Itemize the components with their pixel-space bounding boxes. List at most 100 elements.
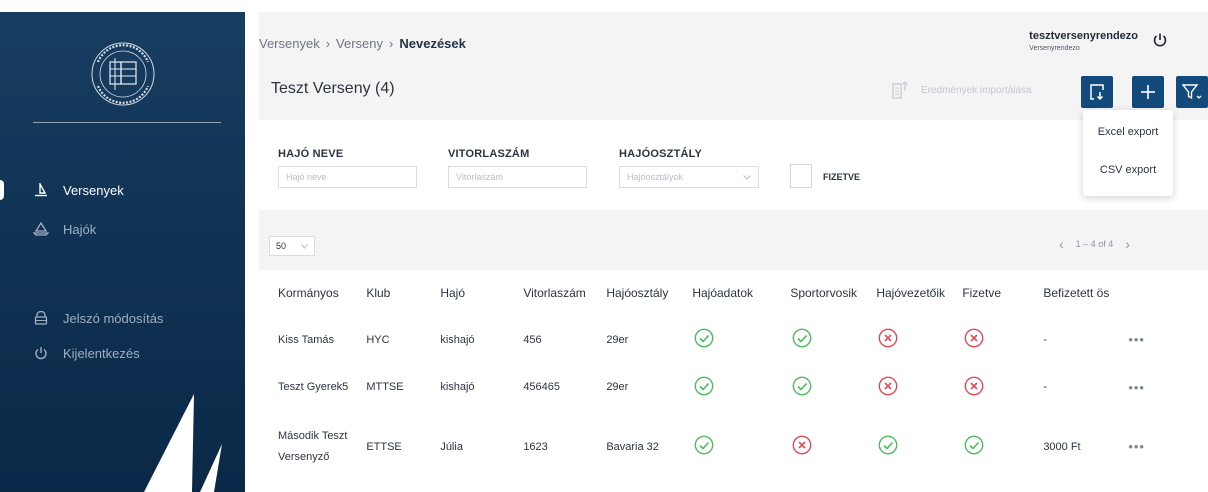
sidebar-item-kijelentkezes[interactable]: Kijelentkezés [33,345,140,361]
add-button[interactable] [1132,76,1164,108]
cell-ship: Júlia [440,440,463,453]
csv-export-item[interactable]: CSV export [1083,164,1173,176]
chevron-down-icon [301,243,308,249]
ship-name-input[interactable]: Hajó neve [278,166,417,188]
row-actions: ••• [1126,363,1186,411]
column-header[interactable]: Fizetve [950,270,1036,316]
x-circle-icon [792,435,812,455]
sidebar-item-jelszo[interactable]: Jelszó módosítás [33,310,163,326]
column-header[interactable]: Hajó [434,270,520,316]
cell-sail-number: 456 [523,333,542,346]
cell-helmsman: Kiss Tamás [278,333,335,346]
more-options-icon[interactable]: ••• [1128,332,1145,347]
import-results-button[interactable]: Eredmények importálása [891,80,1032,100]
page-size-value: 50 [276,241,287,251]
excel-export-item[interactable]: Excel export [1083,126,1173,138]
x-circle-icon [964,376,984,395]
entries-table-grid: Kormányos Klub Hajó Vitorlaszám Hajóoszt… [259,270,1186,482]
check-circle-icon [964,435,984,455]
boat-icon [33,221,49,237]
table-row[interactable]: Kiss Tamás HYC kishajó 456 29er - ••• [259,316,1186,363]
column-header[interactable]: Hajóadatok [692,270,778,316]
breadcrumb: Versenyek › Verseny › Nevezések [259,36,466,51]
page-size-select[interactable]: 50 [269,236,315,256]
column-header[interactable]: Vitorlaszám [520,270,606,316]
breadcrumb-item-versenyek[interactable]: Versenyek [259,36,320,51]
cell-club: HYC [366,333,390,346]
filter-panel: HAJÓ NEVE Hajó neve VITORLASZÁM Vitorlas… [259,120,1208,210]
paid-checkbox[interactable] [790,164,812,188]
entries-table: Kormányos Klub Hajó Vitorlaszám Hajóoszt… [259,270,1208,492]
cell-ship-data [692,316,778,363]
x-circle-icon [964,328,984,348]
row-actions: ••• [1126,316,1186,363]
cell-amount: - [1043,333,1047,346]
check-circle-icon [878,435,898,455]
row-actions: ••• [1126,411,1186,482]
paid-checkbox-label: FIZETVE [823,172,861,182]
column-header[interactable]: Kormányos [259,270,348,316]
sidebar: Versenyek Hajók Jelszó módosítás Kijelen… [0,12,245,492]
cell-paid [950,363,1036,411]
power-icon [33,345,49,361]
plus-icon [1141,85,1155,99]
filter-label-ship-class: HAJÓOSZTÁLY [619,148,703,160]
import-results-label: Eredmények importálása [921,84,1032,96]
user-info: tesztversenyrendezo Versenyrendezo [1029,30,1138,52]
pager-nav: ‹ 1 – 4 of 4 › [1059,236,1130,252]
cell-ship-class: Bavaria 32 [606,440,659,453]
cell-medical [778,363,864,411]
cell-club: ETTSE [366,440,402,453]
sidebar-item-hajok[interactable]: Hajók [33,221,96,237]
sidebar-item-versenyek[interactable]: Versenyek [33,182,124,198]
chevron-left-icon[interactable]: ‹ [1059,236,1064,252]
pager-range: 1 – 4 of 4 [1075,239,1114,249]
breadcrumb-item-verseny[interactable]: Verseny [336,36,383,51]
breadcrumb-item-current: Nevezések [399,36,466,51]
breadcrumb-separator: › [389,36,394,51]
check-circle-icon [694,328,714,348]
breadcrumb-separator: › [325,36,331,51]
cell-ship-class: 29er [606,333,629,346]
cell-helmsman: Második Teszt Versenyző [278,429,348,463]
column-header[interactable]: Hajóvezetőik [864,270,950,316]
sailboat-icon [33,182,49,198]
ship-class-select[interactable]: Hajóosztályok [619,166,759,188]
active-indicator [0,180,4,200]
import-icon [892,81,908,99]
more-options-icon[interactable]: ••• [1128,439,1145,454]
sidebar-item-label: Hajók [63,221,97,237]
sails-decoration [144,394,222,492]
table-row[interactable]: Teszt Gyerek5 MTTSE kishajó 456465 29er - ••• [259,363,1186,411]
cell-paid [950,411,1036,482]
page-title: Teszt Verseny (4) [271,80,395,97]
export-icon [1090,84,1104,101]
cell-ship-data [692,363,778,411]
user-name: tesztversenyrendezo [1029,30,1138,42]
column-header[interactable]: Klub [348,270,434,316]
check-circle-icon [694,376,714,395]
lock-icon [33,310,49,326]
cell-skipper [864,363,950,411]
table-row[interactable]: Második Teszt Versenyző ETTSE Júlia 1623 Bav… [259,411,1186,482]
federation-logo [91,42,155,106]
column-header[interactable]: Sportorvosik [778,270,864,316]
logo-divider [33,122,221,123]
more-options-icon[interactable]: ••• [1128,380,1145,395]
filter-button[interactable] [1176,76,1208,108]
ship-class-placeholder: Hajóosztályok [627,172,684,182]
logout-icon[interactable] [1152,32,1168,48]
sail-number-input[interactable]: Vitorlaszám [448,166,587,188]
table-header-row: Kormányos Klub Hajó Vitorlaszám Hajóoszt… [259,270,1186,316]
main-content: Versenyek › Verseny › Nevezések Teszt Versen… [259,12,1208,492]
column-header[interactable]: Hajóosztály [606,270,692,316]
cell-paid [950,316,1036,363]
cell-helmsman: Teszt Gyerek5 [278,381,349,393]
cell-skipper [864,316,950,363]
x-circle-icon [878,376,898,395]
check-circle-icon [792,328,812,348]
export-button[interactable] [1081,76,1113,108]
column-header[interactable]: Befizetett ös [1036,270,1126,316]
chevron-right-icon[interactable]: › [1125,236,1130,252]
check-circle-icon [792,376,812,395]
